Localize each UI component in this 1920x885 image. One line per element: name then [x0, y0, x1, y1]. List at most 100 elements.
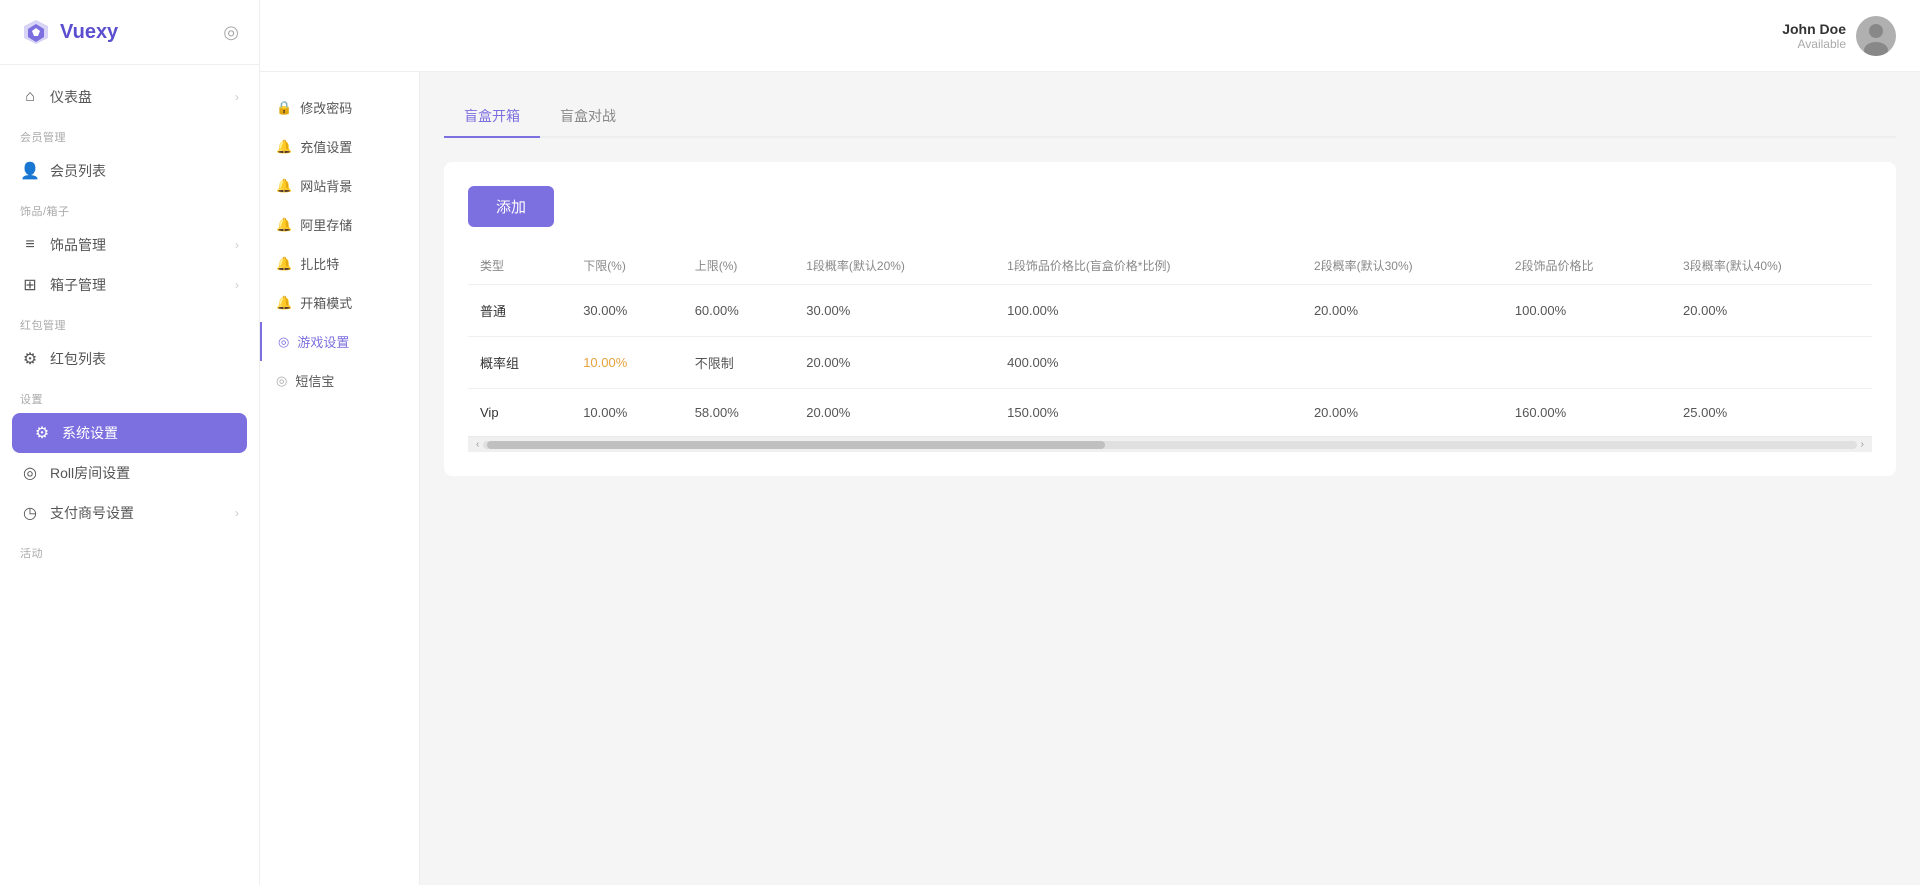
row0-type: 普通 — [468, 285, 571, 337]
section-label-activity: 活动 — [0, 533, 259, 567]
sub-nav-change-password[interactable]: 🔒 修改密码 — [260, 88, 419, 127]
avatar[interactable] — [1856, 16, 1896, 56]
bell-icon-4: 🔔 — [276, 256, 292, 272]
col-prob2: 2段概率(默认30%) — [1302, 247, 1503, 285]
user-details: John Doe Available — [1782, 21, 1846, 51]
row0-upper: 60.00% — [683, 285, 795, 337]
row0-lower: 30.00% — [571, 285, 683, 337]
target-icon: ◎ — [223, 22, 239, 43]
row2-lower: 10.00% — [571, 389, 683, 437]
chevron-right-icon: › — [235, 238, 239, 252]
col-prob3: 3段概率(默认40%) — [1671, 247, 1872, 285]
bell-icon-1: 🔔 — [276, 139, 292, 155]
list-icon: ≡ — [20, 236, 40, 254]
table-row: Vip 10.00% 58.00% 20.00% 150.00% 20.00% … — [468, 389, 1872, 437]
sidebar-item-dashboard[interactable]: ⌂ 仪表盘 › — [0, 77, 259, 117]
row1-prob3 — [1671, 337, 1872, 389]
user-info: John Doe Available — [1782, 16, 1896, 56]
sidebar-item-item-manage[interactable]: ≡ 饰品管理 › — [0, 225, 259, 265]
row2-upper: 58.00% — [683, 389, 795, 437]
user-name: John Doe — [1782, 21, 1846, 37]
bell-icon-2: 🔔 — [276, 178, 292, 194]
sidebar-item-system-settings[interactable]: ⚙ 系统设置 — [12, 413, 247, 453]
table-container: 添加 类型 下限(%) 上限(%) 1段概率(默认20%) 1段饰品价格比(盲盒… — [444, 162, 1896, 476]
chevron-right-icon: › — [235, 506, 239, 520]
chevron-right-icon: › — [235, 90, 239, 104]
chevron-right-icon: › — [235, 278, 239, 292]
row2-type: Vip — [468, 389, 571, 437]
scroll-right-arrow[interactable]: › — [1857, 439, 1868, 450]
logo-area: Vuexy ◎ — [0, 0, 259, 65]
row1-type: 概率组 — [468, 337, 571, 389]
data-table: 类型 下限(%) 上限(%) 1段概率(默认20%) 1段饰品价格比(盲盒价格*… — [468, 247, 1872, 436]
section-label-items: 饰品/箱子 — [0, 191, 259, 225]
home-icon: ⌂ — [20, 88, 40, 106]
bell-icon-3: 🔔 — [276, 217, 292, 233]
sub-nav-ali-storage[interactable]: 🔔 阿里存储 — [260, 205, 419, 244]
sidebar: Vuexy ◎ ⌂ 仪表盘 › 会员管理 👤 会员列表 饰品/箱子 ≡ 饰品管理… — [0, 0, 260, 885]
col-prob1: 1段概率(默认20%) — [794, 247, 995, 285]
sidebar-item-member-list[interactable]: 👤 会员列表 — [0, 151, 259, 191]
col-upper: 上限(%) — [683, 247, 795, 285]
row2-prob3: 25.00% — [1671, 389, 1872, 437]
clock-icon: ◷ — [20, 503, 40, 523]
gear-icon: ⚙ — [20, 349, 40, 369]
sub-nav-sms-treasure[interactable]: ◎ 短信宝 — [260, 361, 419, 400]
sub-nav-game-settings[interactable]: ◎ 游戏设置 — [260, 322, 419, 361]
row0-price1: 100.00% — [995, 285, 1302, 337]
circle-icon-active: ◎ — [278, 334, 289, 350]
section-label-settings: 设置 — [0, 379, 259, 413]
tab-blind-box[interactable]: 盲盒开箱 — [444, 96, 540, 138]
row1-lower: 10.00% — [571, 337, 683, 389]
sidebar-item-box-manage[interactable]: ⊞ 箱子管理 › — [0, 265, 259, 305]
sub-nav-open-mode[interactable]: 🔔 开箱模式 — [260, 283, 419, 322]
section-label-redpack: 红包管理 — [0, 305, 259, 339]
circle-icon-sms: ◎ — [276, 373, 287, 389]
sidebar-nav: ⌂ 仪表盘 › 会员管理 👤 会员列表 饰品/箱子 ≡ 饰品管理 › ⊞ 箱子管… — [0, 65, 259, 885]
table-row: 概率组 10.00% 不限制 20.00% 400.00% — [468, 337, 1872, 389]
row2-prob2: 20.00% — [1302, 389, 1503, 437]
row1-prob1: 20.00% — [794, 337, 995, 389]
col-lower: 下限(%) — [571, 247, 683, 285]
sub-nav-site-background[interactable]: 🔔 网站背景 — [260, 166, 419, 205]
content-wrapper: 🔒 修改密码 🔔 充值设置 🔔 网站背景 🔔 阿里存储 🔔 扎比特 🔔 — [260, 72, 1920, 885]
horizontal-scrollbar[interactable]: ‹ › — [468, 436, 1872, 452]
avatar-image — [1856, 16, 1896, 56]
vuexy-logo-icon — [20, 16, 52, 48]
sidebar-item-roll-room[interactable]: ◎ Roll房间设置 — [0, 453, 259, 493]
scroll-track[interactable] — [483, 441, 1856, 449]
sidebar-item-payment[interactable]: ◷ 支付商号设置 › — [0, 493, 259, 533]
main-area: John Doe Available 🔒 修改密码 🔔 充值设置 — [260, 0, 1920, 885]
scroll-thumb[interactable] — [487, 441, 1105, 449]
row0-prob3: 20.00% — [1671, 285, 1872, 337]
row1-upper: 不限制 — [683, 337, 795, 389]
col-type: 类型 — [468, 247, 571, 285]
row1-price2 — [1503, 337, 1671, 389]
section-label-members: 会员管理 — [0, 117, 259, 151]
table-row: 普通 30.00% 60.00% 30.00% 100.00% 20.00% 1… — [468, 285, 1872, 337]
circle-icon: ◎ — [20, 463, 40, 483]
tab-blind-battle[interactable]: 盲盒对战 — [540, 96, 636, 138]
sub-sidebar: 🔒 修改密码 🔔 充值设置 🔔 网站背景 🔔 阿里存储 🔔 扎比特 🔔 — [260, 72, 420, 885]
col-price1: 1段饰品价格比(盲盒价格*比例) — [995, 247, 1302, 285]
lock-icon: 🔒 — [276, 100, 292, 116]
row2-prob1: 20.00% — [794, 389, 995, 437]
user-status: Available — [1782, 37, 1846, 51]
bell-icon-5: 🔔 — [276, 295, 292, 311]
add-button[interactable]: 添加 — [468, 186, 554, 227]
logo-text: Vuexy — [60, 21, 118, 44]
sidebar-item-redpack-list[interactable]: ⚙ 红包列表 — [0, 339, 259, 379]
table-scroll[interactable]: 类型 下限(%) 上限(%) 1段概率(默认20%) 1段饰品价格比(盲盒价格*… — [468, 247, 1872, 436]
row0-price2: 100.00% — [1503, 285, 1671, 337]
sub-nav-zhabit[interactable]: 🔔 扎比特 — [260, 244, 419, 283]
gear-active-icon: ⚙ — [32, 423, 52, 443]
scroll-left-arrow[interactable]: ‹ — [472, 439, 483, 450]
grid-icon: ⊞ — [20, 275, 40, 295]
col-price2: 2段饰品价格比 — [1503, 247, 1671, 285]
row1-price1: 400.00% — [995, 337, 1302, 389]
tabs: 盲盒开箱 盲盒对战 — [444, 96, 1896, 138]
sub-nav-recharge-settings[interactable]: 🔔 充值设置 — [260, 127, 419, 166]
row0-prob1: 30.00% — [794, 285, 995, 337]
row0-prob2: 20.00% — [1302, 285, 1503, 337]
person-icon: 👤 — [20, 161, 40, 181]
